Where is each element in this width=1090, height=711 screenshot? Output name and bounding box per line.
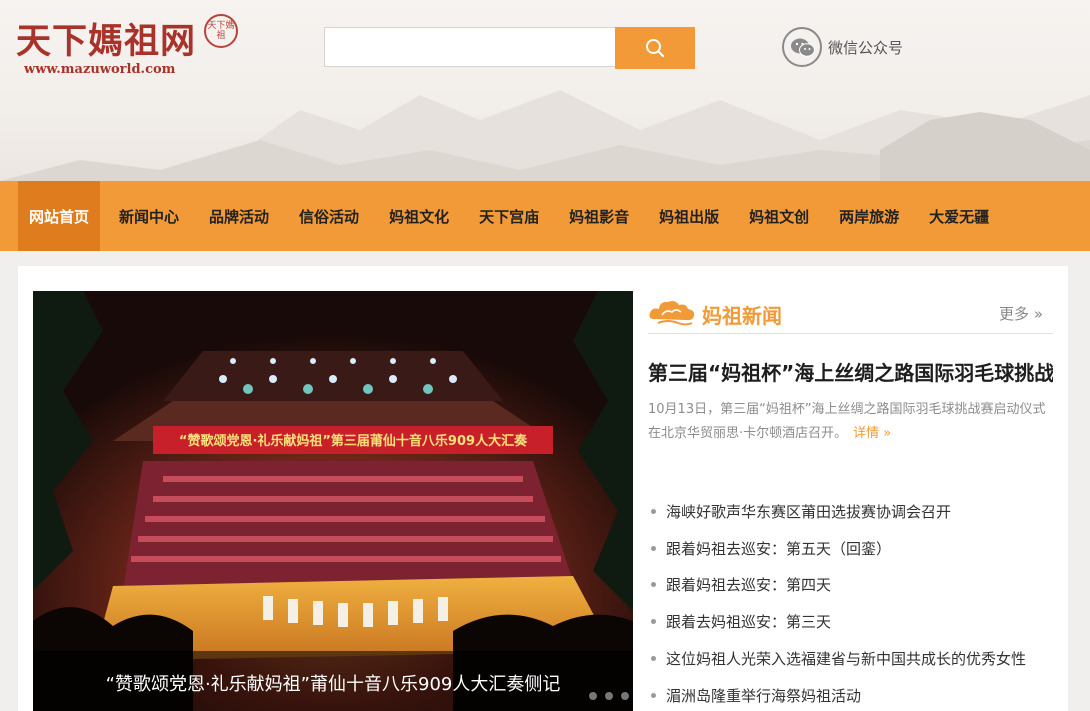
list-item[interactable]: 海峡好歌声华东赛区莆田选拔赛协调会召开 [648,493,1053,530]
summary-text: 10月13日，第三届“妈祖杯”海上丝绸之路国际羽毛球挑战赛启动仪式在北京华贸丽思… [648,402,1046,441]
nav-item-folk-events[interactable]: 信俗活动 [288,181,370,251]
site-header: 天下媽祖网 www.mazuworld.com 天下媽祖 微信公众号 [0,0,1090,181]
nav-item-news-center[interactable]: 新闻中心 [108,181,190,251]
list-item-text: 海峡好歌声华东赛区莆田选拔赛协调会召开 [666,502,952,521]
wechat-link[interactable]: 微信公众号 [782,27,903,67]
nav-item-temples[interactable]: 天下宫庙 [468,181,550,251]
list-item[interactable]: 跟着去妈祖巡安：第三天 [648,603,1053,640]
slider-dots [589,692,629,700]
logo-seal: 天下媽祖 [204,14,238,48]
logo-url: www.mazuworld.com [24,62,176,77]
news-panel: 妈祖新闻 更多 » 第三届“妈祖杯”海上丝绸之路国际羽毛球挑战赛启动 10月13… [648,291,1053,711]
list-item[interactable]: 这位妈祖人光荣入选福建省与新中国共成长的优秀女性 [648,640,1053,677]
news-header: 妈祖新闻 更多 » [648,291,1053,334]
list-item-text: 湄洲岛隆重举行海祭妈祖活动 [666,686,862,705]
headline-summary: 10月13日，第三届“妈祖杯”海上丝绸之路国际羽毛球挑战赛启动仪式在北京华贸丽思… [648,398,1048,446]
list-item-text: 跟着去妈祖巡安：第三天 [666,613,832,632]
main-nav: 网站首页 新闻中心 品牌活动 信俗活动 妈祖文化 天下宫庙 妈祖影音 妈祖出版 … [0,181,1090,251]
site-logo[interactable]: 天下媽祖网 www.mazuworld.com 天下媽祖 [16,14,246,84]
search-button[interactable] [615,27,695,69]
main-content: “赞歌颂党恩·礼乐献妈祖”第三届莆仙十音八乐909人大汇奏 “赞歌颂党恩·礼乐献… [18,266,1068,711]
detail-link[interactable]: 详情 » [853,426,891,441]
slide-caption[interactable]: “赞歌颂党恩·礼乐献妈祖”莆仙十音八乐909人大汇奏侧记 [33,670,633,696]
image-slider[interactable]: “赞歌颂党恩·礼乐献妈祖”第三届莆仙十音八乐909人大汇奏 “赞歌颂党恩·礼乐献… [33,291,633,711]
nav-item-publishing[interactable]: 妈祖出版 [648,181,730,251]
slide-banner-text: “赞歌颂党恩·礼乐献妈祖”第三届莆仙十音八乐909人大汇奏 [179,433,528,449]
search-icon [646,39,665,58]
list-item-text: 这位妈祖人光荣入选福建省与新中国共成长的优秀女性 [666,650,1027,669]
list-item[interactable]: 跟着妈祖去巡安：第四天 [648,567,1053,604]
bullet-icon [651,508,656,514]
wechat-icon [782,27,822,67]
logo-title: 天下媽祖网 [16,21,197,62]
bullet-icon [651,692,656,698]
cloud-icon [649,301,695,326]
bullet-icon [651,545,656,551]
nav-item-creative[interactable]: 妈祖文创 [738,181,820,251]
news-list: 海峡好歌声华东赛区莆田选拔赛协调会召开 跟着妈祖去巡安：第五天（回銮） 跟着妈祖… [648,493,1053,711]
nav-item-travel[interactable]: 两岸旅游 [828,181,910,251]
nav-item-brand-events[interactable]: 品牌活动 [198,181,280,251]
news-section-title: 妈祖新闻 [702,304,782,328]
wechat-label: 微信公众号 [828,38,904,57]
list-item-text: 跟着妈祖去巡安：第四天 [666,576,832,595]
bullet-icon [651,582,656,588]
news-more-link[interactable]: 更多 » [999,303,1043,324]
slider-dot[interactable] [605,692,613,700]
bullet-icon [651,656,656,662]
headline-link[interactable]: 第三届“妈祖杯”海上丝绸之路国际羽毛球挑战赛启动 [648,357,1053,386]
list-item[interactable]: 湄洲岛隆重举行海祭妈祖活动 [648,677,1053,711]
slider-dot[interactable] [589,692,597,700]
list-item[interactable]: 跟着妈祖去巡安：第五天（回銮） [648,530,1053,567]
bullet-icon [651,619,656,625]
nav-item-media[interactable]: 妈祖影音 [558,181,640,251]
search-input[interactable] [324,27,616,67]
nav-item-charity[interactable]: 大爱无疆 [918,181,1000,251]
slide-image: “赞歌颂党恩·礼乐献妈祖”第三届莆仙十音八乐909人大汇奏 [33,291,633,711]
list-item-text: 跟着妈祖去巡安：第五天（回銮） [666,539,892,558]
nav-item-home[interactable]: 网站首页 [18,181,101,251]
slider-dot[interactable] [621,692,629,700]
nav-item-mazu-culture[interactable]: 妈祖文化 [378,181,460,251]
